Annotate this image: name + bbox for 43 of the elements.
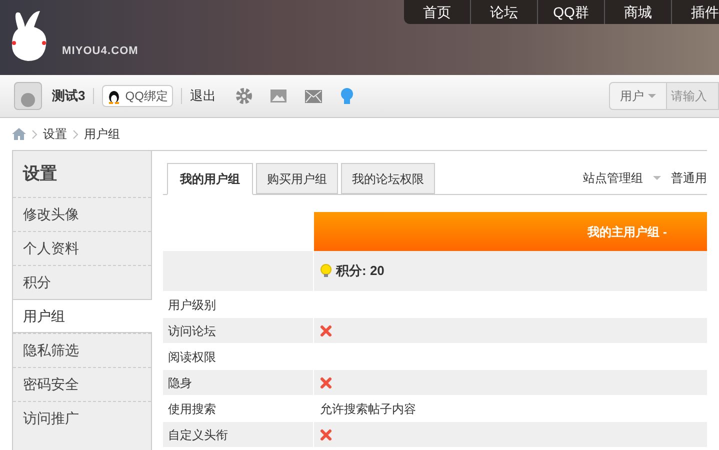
group-name[interactable]: 普通用 xyxy=(671,169,707,187)
qq-bind-button[interactable]: QQ绑定 xyxy=(102,85,173,107)
points-text: 积分: 20 xyxy=(336,262,384,280)
row-label: 自定义头衔 xyxy=(163,422,313,447)
tab[interactable]: 购买用户组 xyxy=(256,163,338,194)
row-label: 访问论坛 xyxy=(163,318,313,343)
sidebar-item[interactable]: 隐私筛选 xyxy=(13,333,151,367)
picture-icon[interactable] xyxy=(270,89,287,103)
group-dropdown-label[interactable]: 站点管理组 xyxy=(583,169,643,187)
breadcrumb-link[interactable]: 设置 xyxy=(43,125,67,143)
nav-link[interactable]: 首页 xyxy=(404,0,471,24)
nav-link[interactable]: 插件 xyxy=(672,0,719,24)
table-cell-text: 允许搜索帖子内容 xyxy=(320,400,416,418)
tab[interactable]: 我的论坛权限 xyxy=(341,163,435,194)
sidebar-item[interactable]: 个人资料 xyxy=(13,231,151,265)
nav-link[interactable]: 论坛 xyxy=(471,0,538,24)
group-header: 我的主用户组 - xyxy=(314,212,707,251)
sidebar-item[interactable]: 修改头像 xyxy=(13,197,151,231)
search-type-dropdown[interactable]: 用户 xyxy=(610,83,666,109)
nav-link[interactable]: QQ群 xyxy=(538,0,605,24)
caret-icon[interactable] xyxy=(653,176,661,180)
logout-link[interactable]: 退出 xyxy=(190,86,216,106)
sidebar-item[interactable]: 访问推广 xyxy=(13,401,151,435)
caret-icon xyxy=(648,94,656,98)
nav-link[interactable]: 商城 xyxy=(605,0,672,24)
sidebar-item[interactable]: 用户组 xyxy=(13,299,152,333)
lightbulb-icon xyxy=(320,264,332,278)
search-input[interactable]: 请输入 xyxy=(666,83,718,109)
breadcrumb-link[interactable]: 用户组 xyxy=(84,125,120,143)
home-icon[interactable] xyxy=(12,128,26,140)
chevron-icon xyxy=(32,130,37,138)
logo-text: MIYOU4.COM xyxy=(62,44,138,58)
avatar[interactable] xyxy=(14,82,42,110)
lightbulb-icon[interactable] xyxy=(340,87,354,105)
row-label: 隐身 xyxy=(163,370,313,395)
sidebar-title: 设置 xyxy=(22,163,58,186)
settings-icon[interactable] xyxy=(236,88,252,104)
chevron-icon xyxy=(73,130,78,138)
sidebar-item[interactable]: 密码安全 xyxy=(13,367,151,401)
penguin-icon xyxy=(107,88,122,104)
mail-icon[interactable] xyxy=(304,90,322,102)
tab[interactable]: 我的用户组 xyxy=(167,163,253,195)
username[interactable]: 测试3 xyxy=(52,86,86,106)
